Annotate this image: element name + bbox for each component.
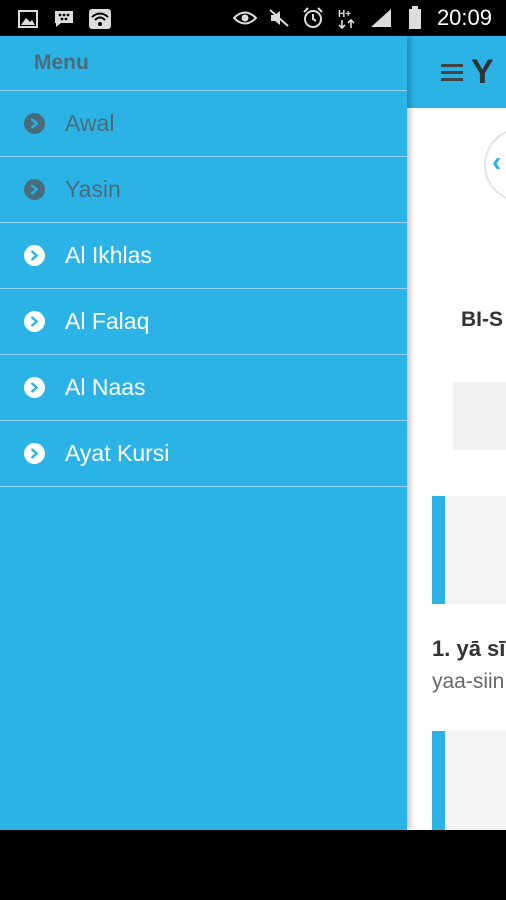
page-title: Y	[471, 52, 494, 91]
menu-item[interactable]: Al Naas	[0, 355, 407, 421]
verse-card	[432, 496, 506, 604]
eye-icon	[232, 7, 257, 29]
verse-card-accent	[432, 496, 445, 604]
mute-icon	[267, 7, 291, 29]
status-bar: H+ 20:09	[0, 0, 506, 36]
bismillah-text: BI-S	[461, 308, 503, 331]
chevron-right-circle-icon	[24, 377, 45, 398]
clock: 20:09	[436, 5, 492, 30]
battery-icon	[403, 6, 427, 29]
menu-item[interactable]: Yasin	[0, 157, 407, 223]
verse-card-accent	[432, 731, 445, 830]
menu-item-label: Al Ikhlas	[65, 242, 152, 268]
chevron-right-circle-icon	[24, 311, 45, 332]
drawer-menu-list: Awal Yasin Al Ikhlas Al Falaq Al Naas Ayat Ku…	[0, 91, 407, 487]
menu-item[interactable]: Al Falaq	[0, 289, 407, 355]
svg-text:H+: H+	[338, 9, 351, 20]
bottom-bar	[0, 830, 506, 900]
verse-card	[432, 731, 506, 830]
menu-item[interactable]: Awal	[0, 91, 407, 157]
chevron-left-icon: ‹	[492, 146, 502, 177]
previous-button[interactable]: ‹	[484, 128, 506, 202]
drawer-header: Menu	[0, 36, 407, 91]
app-bar: Y	[407, 36, 506, 108]
navigation-drawer: Menu Awal Yasin Al Ikhlas Al Falaq Al Naas Ay…	[0, 36, 407, 830]
bbm-icon	[52, 8, 76, 30]
drawer-title: Menu	[34, 51, 89, 74]
chevron-right-circle-icon	[24, 113, 45, 134]
menu-item-label: Ayat Kursi	[65, 440, 170, 466]
wifi-icon	[88, 8, 112, 30]
menu-item-label: Al Falaq	[65, 308, 150, 334]
hamburger-icon[interactable]	[441, 63, 463, 81]
chevron-right-circle-icon	[24, 245, 45, 266]
image-icon	[16, 8, 40, 30]
menu-item-label: Al Naas	[65, 374, 146, 400]
verse-transliteration: yaa-siin	[432, 670, 505, 693]
chevron-right-circle-icon	[24, 443, 45, 464]
menu-item[interactable]: Al Ikhlas	[0, 223, 407, 289]
chevron-right-circle-icon	[24, 179, 45, 200]
menu-item[interactable]: Ayat Kursi	[0, 421, 407, 487]
menu-item-label: Awal	[65, 110, 115, 136]
alarm-icon	[301, 7, 325, 29]
arabic-text-box	[453, 382, 506, 450]
app-screen: Y ‹ BI-S 1. yā sī yaa-siin Menu Awal Yasi…	[0, 36, 506, 830]
signal-icon	[369, 7, 393, 29]
menu-item-label: Yasin	[65, 176, 121, 202]
hplus-data-icon: H+	[335, 7, 359, 29]
verse-number: 1. yā sī	[432, 636, 506, 661]
